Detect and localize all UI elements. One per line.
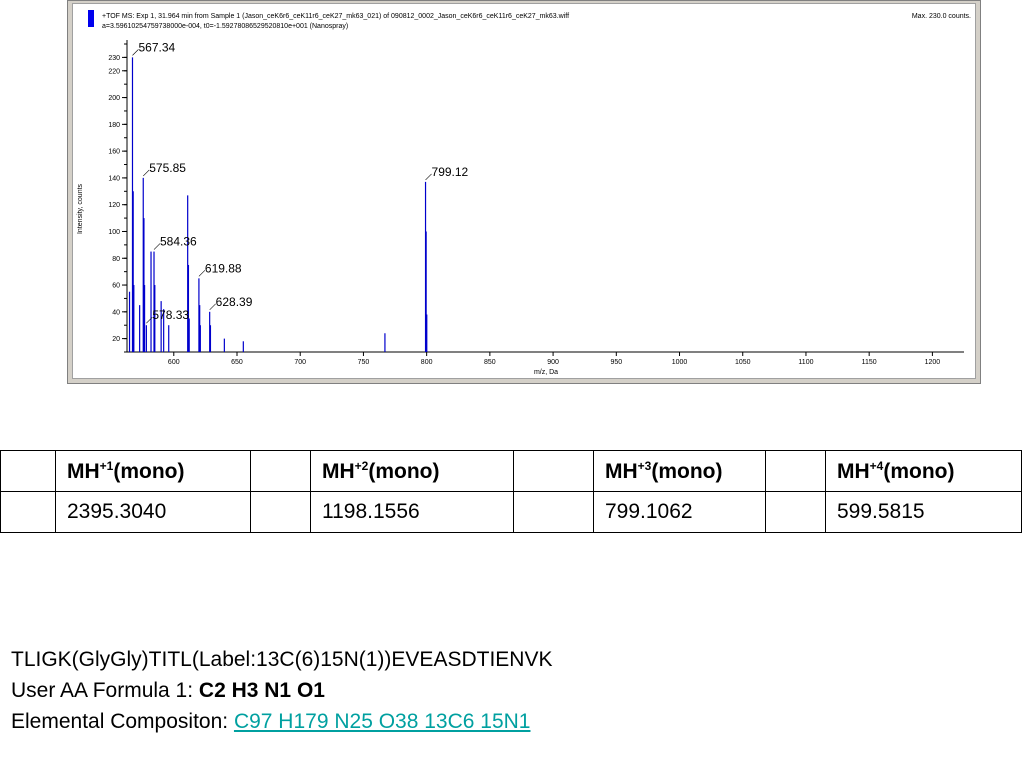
- max-counts-label: Max. 230.0 counts.: [912, 13, 971, 20]
- spectrum-panel: +TOF MS: Exp 1, 31.964 min from Sample 1…: [72, 3, 976, 379]
- blank-cell: [0, 450, 56, 492]
- x-tick-label: 1050: [735, 359, 751, 366]
- y-tick-label: 100: [108, 229, 120, 236]
- blank-cell: [765, 450, 826, 492]
- pane-selector-marker[interactable]: [88, 10, 94, 27]
- mh3-header: MH+3(mono): [593, 450, 766, 492]
- y-tick-label: 230: [108, 55, 120, 62]
- x-tick-label: 1100: [798, 359, 813, 366]
- y-tick-label: 20: [112, 336, 120, 343]
- y-tick-label: 60: [112, 283, 120, 290]
- x-axis-label: m/z, Da: [534, 369, 558, 376]
- x-tick-label: 850: [484, 359, 496, 366]
- peak-label: 799.12: [432, 165, 469, 179]
- x-tick-label: 900: [547, 359, 559, 366]
- formula-label: User AA Formula 1:: [11, 679, 199, 702]
- spectrum-chart: +TOF MS: Exp 1, 31.964 min from Sample 1…: [77, 10, 971, 376]
- y-tick-label: 40: [112, 309, 120, 316]
- y-tick-label: 140: [108, 175, 120, 182]
- x-tick-label: 1200: [925, 359, 941, 366]
- mh3-value: 799.1062: [593, 491, 766, 533]
- blank-cell: [513, 450, 594, 492]
- blank-cell: [250, 450, 311, 492]
- y-tick-label: 80: [112, 256, 120, 263]
- x-tick-label: 950: [610, 359, 622, 366]
- composition-label: Elemental Compositon:: [11, 710, 234, 733]
- spectrum-window: +TOF MS: Exp 1, 31.964 min from Sample 1…: [67, 0, 981, 384]
- composition-line: Elemental Compositon: C97 H179 N25 O38 1…: [11, 706, 552, 737]
- blank-cell: [765, 491, 826, 533]
- blank-cell: [250, 491, 311, 533]
- y-tick-label: 120: [108, 202, 120, 209]
- y-tick-label: 200: [108, 95, 120, 102]
- mh-value-row: 2395.3040 1198.1556 799.1062 599.5815: [0, 491, 1022, 533]
- composition-link[interactable]: C97 H179 N25 O38 13C6 15N1: [234, 710, 531, 733]
- peak-label: 628.39: [216, 295, 253, 309]
- annotations-group: 567.34 575.85 584.36 619.88 628.39 578.33 799.…: [132, 40, 469, 324]
- mh-table: MH+1(mono) MH+2(mono) MH+3(mono) MH+4(mo…: [0, 450, 1022, 533]
- peak-label: 619.88: [205, 261, 242, 275]
- peak-label: 584.36: [160, 235, 197, 249]
- x-tick-label: 700: [294, 359, 306, 366]
- spectrum-header-line2: a=3.59610254759738000e-004, t0=-1.592780…: [102, 23, 348, 30]
- blank-cell: [513, 491, 594, 533]
- blank-cell: [0, 491, 56, 533]
- x-tick-label: 600: [168, 359, 180, 366]
- mh1-value: 2395.3040: [55, 491, 251, 533]
- mh4-header: MH+4(mono): [825, 450, 1022, 492]
- mh-header-row: MH+1(mono) MH+2(mono) MH+3(mono) MH+4(mo…: [0, 450, 1022, 492]
- formula-line: User AA Formula 1: C2 H3 N1 O1: [11, 675, 552, 706]
- formula-value: C2 H3 N1 O1: [198, 679, 325, 702]
- mh2-value: 1198.1556: [310, 491, 514, 533]
- peak-label: 578.33: [152, 308, 189, 322]
- x-tick-label: 650: [231, 359, 243, 366]
- mh4-value: 599.5815: [825, 491, 1022, 533]
- y-tick-label: 220: [108, 68, 120, 75]
- x-tick-label: 800: [421, 359, 433, 366]
- x-tick-label: 1150: [862, 359, 877, 366]
- peptide-info: TLIGK(GlyGly)TITL(Label:13C(6)15N(1))EVE…: [11, 644, 552, 737]
- axes-group: 600 650 700 750 800 850 900 950 1000 1050 1100 1150…: [108, 40, 964, 366]
- y-tick-label: 160: [108, 149, 120, 156]
- x-tick-label: 750: [358, 359, 370, 366]
- y-axis-label: Intensity, counts: [77, 183, 84, 234]
- peptide-sequence: TLIGK(GlyGly)TITL(Label:13C(6)15N(1))EVE…: [11, 648, 553, 671]
- y-tick-label: 180: [108, 122, 120, 129]
- peak-label: 575.85: [149, 161, 186, 175]
- peak-label: 567.34: [138, 40, 175, 54]
- mh1-header: MH+1(mono): [55, 450, 251, 492]
- spectrum-header-line1: +TOF MS: Exp 1, 31.964 min from Sample 1…: [102, 13, 569, 20]
- x-tick-label: 1000: [672, 359, 688, 366]
- mh2-header: MH+2(mono): [310, 450, 514, 492]
